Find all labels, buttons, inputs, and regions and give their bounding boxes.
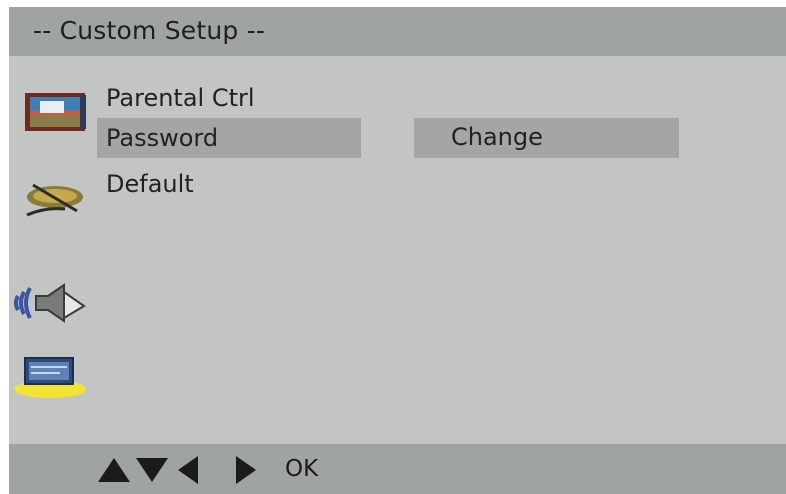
disc-settings-icon[interactable] xyxy=(25,177,87,225)
arrow-right-icon xyxy=(236,456,256,484)
setup-screen: -- Custom Setup -- Parental Ctrl Passwor… xyxy=(9,7,786,494)
tv-display-icon[interactable] xyxy=(24,89,88,135)
navigation-arrows xyxy=(98,456,256,484)
menu-item-default[interactable]: Default xyxy=(106,170,194,198)
header-bar: -- Custom Setup -- xyxy=(9,7,786,56)
change-label: Change xyxy=(451,123,543,151)
audio-speaker-icon[interactable] xyxy=(14,282,86,324)
arrow-down-icon xyxy=(136,458,168,482)
arrow-left-icon xyxy=(178,456,198,484)
arrow-up-icon xyxy=(98,458,130,482)
password-change-option[interactable]: Change xyxy=(414,118,679,158)
custom-setup-icon[interactable] xyxy=(12,355,90,401)
menu-item-parental-ctrl[interactable]: Parental Ctrl xyxy=(106,84,255,112)
page-title: -- Custom Setup -- xyxy=(33,16,266,45)
footer-bar: OK xyxy=(9,444,786,494)
menu-item-password[interactable]: Password xyxy=(106,124,218,152)
ok-label: OK xyxy=(285,456,319,482)
